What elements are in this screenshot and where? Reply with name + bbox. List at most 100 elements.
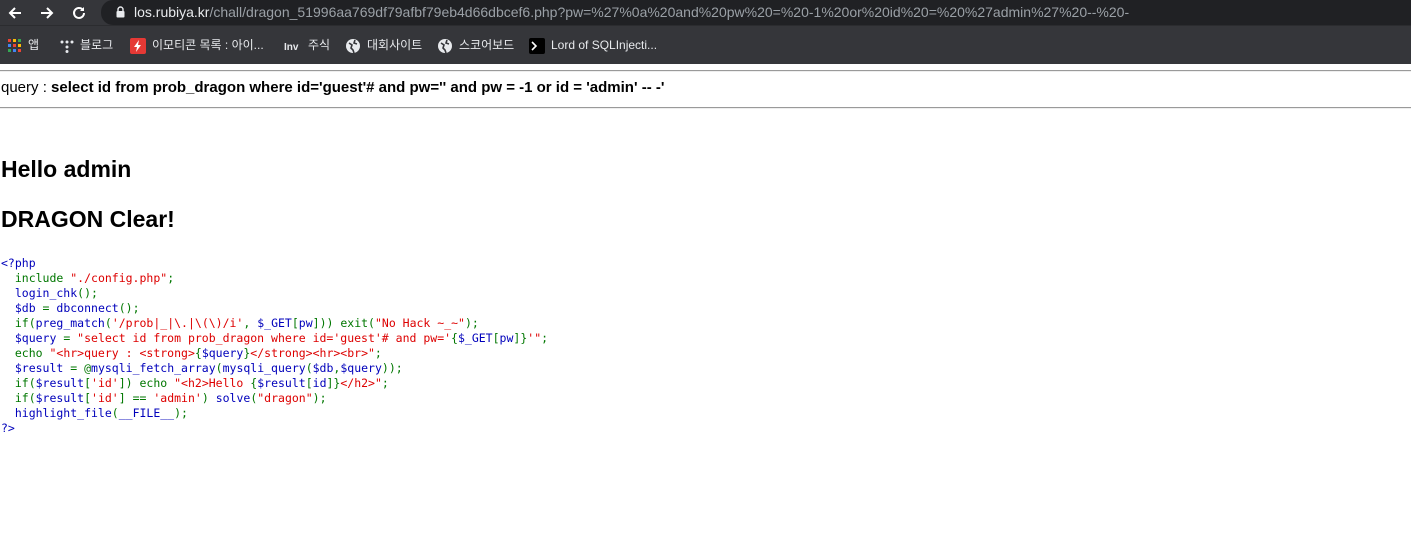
bookmark-label: 앱 — [28, 38, 40, 52]
code-token: ( — [305, 361, 313, 375]
reload-button[interactable] — [67, 0, 91, 25]
code-token: ( — [104, 316, 112, 330]
code-token: (); — [77, 286, 98, 300]
tistory-icon — [60, 40, 74, 53]
bookmarks-bar: 앱 블로그 이모티콘 목록 : 아이... Inv 주식 대회사이트 스코어보드… — [0, 25, 1411, 64]
code-line: if(preg_match('/prob|_|\.|\(\)/i', $_GET… — [1, 316, 479, 330]
code-token: $_GET — [457, 331, 493, 345]
code-token: ])) exit( — [312, 316, 375, 330]
divider-top — [0, 70, 1411, 72]
url-host: los.rubiya.kr — [134, 4, 210, 20]
code-line: $db = dbconnect(); — [1, 301, 140, 315]
code-token: (); — [118, 301, 140, 315]
url-text[interactable]: los.rubiya.kr/chall/dragon_51996aa769df7… — [134, 0, 1129, 25]
terminal-icon — [529, 37, 545, 54]
code-token: pw — [298, 316, 313, 330]
code-token: mysqli_fetch_array — [91, 361, 216, 375]
code-token: ]) echo — [118, 376, 175, 390]
code-token: { — [194, 346, 202, 360]
bookmark-contest-site[interactable]: 대회사이트 — [345, 26, 422, 64]
code-token: ]} — [513, 331, 528, 345]
bookmark-apps[interactable]: 앱 — [8, 26, 39, 64]
code-line: if($result['id']) echo "<h2>Hello {$resu… — [1, 376, 389, 390]
code-token: ; — [541, 331, 549, 345]
code-open-tag: <?php — [1, 256, 36, 270]
code-token: $query — [1, 331, 64, 345]
code-line: $result = @mysqli_fetch_array (mysqli_que… — [1, 361, 403, 375]
code-token: 'id' — [91, 376, 119, 390]
code-token: [ — [305, 376, 313, 390]
code-token: "No Hack ~_~" — [374, 316, 465, 330]
browser-toolbar: los.rubiya.kr/chall/dragon_51996aa769df7… — [0, 0, 1411, 25]
globe-icon — [438, 38, 452, 54]
code-token: ); — [174, 406, 188, 420]
code-line: echo "<hr>query : <strong>{$query}</stro… — [1, 346, 382, 360]
bookmark-label: 대회사이트 — [367, 38, 423, 52]
code-token: __FILE__ — [118, 406, 175, 420]
code-token: ( — [111, 406, 119, 420]
bookmark-lord-of-sqli[interactable]: Lord of SQLInjecti... — [529, 26, 657, 64]
code-line: include "./config.php"; — [1, 271, 174, 285]
investing-icon: Inv — [284, 42, 299, 53]
code-token: "./config.php" — [70, 271, 168, 285]
code-token: = — [42, 301, 57, 315]
code-token: 'admin' — [153, 391, 202, 405]
query-prefix: query : — [1, 79, 52, 96]
code-line: $query = "select id from prob_dragon whe… — [1, 331, 548, 345]
lock-icon — [116, 6, 125, 18]
code-token: $query — [340, 361, 382, 375]
code-token: echo — [1, 346, 50, 360]
reload-icon — [73, 6, 85, 19]
apps-grid-icon — [8, 38, 21, 52]
lightning-icon — [130, 37, 146, 54]
arrow-right-icon — [41, 7, 54, 19]
code-token: '/prob|_|\.|\(\)/i' — [111, 316, 244, 330]
code-token: </strong><hr><br>" — [250, 346, 375, 360]
forward-button[interactable] — [35, 0, 59, 25]
globe-icon — [346, 38, 360, 54]
source-code-block: <?php include "./config.php"; login_chk(… — [1, 256, 548, 436]
bookmark-scoreboard[interactable]: 스코어보드 — [437, 26, 514, 64]
code-token: [ — [492, 331, 500, 345]
code-token: $db — [312, 361, 334, 375]
code-token: = @ — [70, 361, 92, 375]
code-token: login_chk — [1, 286, 78, 300]
code-token: ; — [167, 271, 175, 285]
query-sql: select id from prob_dragon where id='gue… — [51, 79, 665, 96]
bookmark-emoticon[interactable]: 이모티콘 목록 : 아이... — [130, 26, 264, 64]
back-button[interactable] — [3, 0, 27, 25]
svg-text:Inv: Inv — [284, 42, 299, 53]
bookmark-blog[interactable]: 블로그 — [60, 26, 113, 64]
bookmark-stocks[interactable]: Inv 주식 — [284, 26, 330, 64]
hello-heading: Hello admin — [1, 156, 132, 182]
code-token: id — [312, 376, 327, 390]
code-token: = — [63, 331, 78, 345]
code-token: $db — [1, 301, 43, 315]
code-token: )); — [381, 361, 403, 375]
code-token: "select id from prob_dragon where id='gu… — [77, 331, 452, 345]
code-token: ) — [201, 391, 216, 405]
query-line: query : select id from prob_dragon where… — [1, 79, 664, 96]
code-token: $result — [35, 376, 85, 390]
code-token: ]} — [326, 376, 341, 390]
code-token: if( — [1, 376, 36, 390]
code-token: highlight_file — [1, 406, 112, 420]
code-token: , — [243, 316, 258, 330]
code-token: ] == — [118, 391, 154, 405]
code-token: pw — [499, 331, 514, 345]
code-close-tag: ?> — [1, 421, 15, 435]
code-token: $result — [1, 361, 71, 375]
bookmark-label: 블로그 — [80, 38, 114, 52]
code-token: [ — [84, 391, 92, 405]
code-token: include — [1, 271, 71, 285]
bookmark-label: 스코어보드 — [459, 38, 515, 52]
code-token: </h2>" — [340, 376, 382, 390]
code-token: { — [451, 331, 458, 345]
code-token: "<h2>Hello — [174, 376, 251, 390]
code-token: $result — [35, 391, 85, 405]
code-token: ); — [464, 316, 479, 330]
code-token: mysqli_query — [222, 361, 306, 375]
page-content: query : select id from prob_dragon where… — [0, 63, 1411, 536]
code-token: ); — [312, 391, 327, 405]
code-token: "dragon" — [257, 391, 313, 405]
